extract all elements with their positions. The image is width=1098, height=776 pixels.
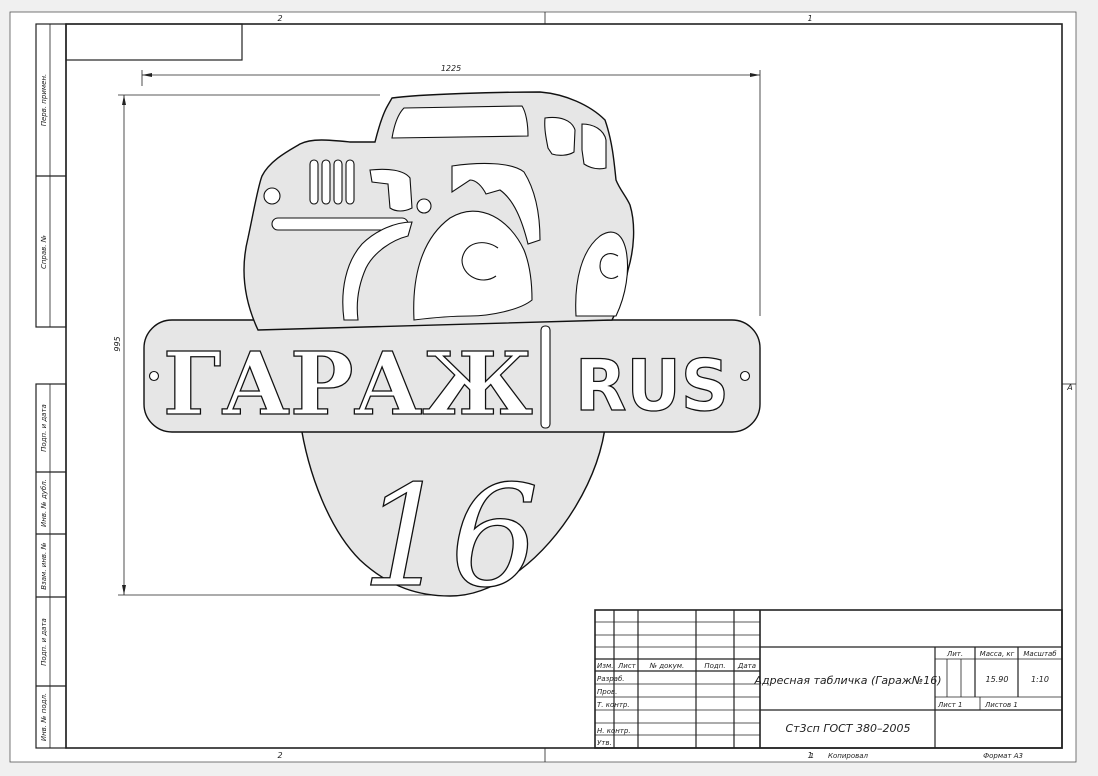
plate-main-text: ГАРАЖ	[163, 334, 533, 435]
tb-mass-value: 15.90	[986, 675, 1009, 684]
footer-sheet-no: 1	[810, 752, 814, 760]
grille-slot-1	[309, 159, 319, 205]
side-label-2: Подп. и дата	[40, 404, 48, 452]
tb-row-prov: Пров.	[597, 688, 617, 696]
plate-country-text: RUS	[575, 345, 729, 427]
side-label-3: Инв. № дубл.	[40, 479, 48, 527]
tb-col-doc: № докум.	[649, 662, 685, 670]
side-window-cutout	[544, 116, 576, 156]
tb-title: Адресная табличка (Гараж№16)	[754, 674, 942, 687]
side-label-1: Справ. №	[40, 235, 48, 269]
side-label-0: Перв. примен.	[40, 74, 48, 127]
tb-row-nkontr: Н. контр.	[597, 727, 631, 735]
tb-mass-label: Масса, кг	[980, 650, 1015, 658]
grille-slot-3	[333, 159, 343, 205]
headlight-cutout	[263, 187, 281, 205]
mounting-hole-left	[148, 370, 160, 382]
footer-copied: Копировал	[828, 752, 869, 760]
tb-col-izm: Изм.	[597, 662, 613, 670]
tb-col-date: Дата	[737, 662, 756, 670]
tb-row-utv: Утв.	[597, 739, 612, 747]
side-label-4: Взам. инв. №	[40, 542, 48, 590]
headlight-right-cutout	[416, 198, 432, 214]
dimension-height-label: 995	[113, 336, 122, 351]
side-label-5: Подп. и дата	[40, 618, 48, 666]
tb-col-list: Лист	[617, 662, 637, 670]
zone-label-side: A	[1066, 383, 1072, 392]
tb-lit-label: Лит.	[946, 650, 963, 658]
zone-label-top-left: 2	[277, 14, 282, 23]
windshield-cutout	[391, 105, 529, 139]
mounting-hole-right	[739, 370, 751, 382]
tb-sheet-label: Лист 1	[937, 701, 962, 709]
plate-number-text: 16	[361, 456, 539, 619]
side-label-6: Инв. № подл.	[40, 693, 48, 741]
footer-format: Формат А3	[983, 752, 1023, 760]
zone-label-bottom-left: 2	[277, 751, 282, 760]
drawing-sheet: 2 1 2 1 A Перв. примен. Справ. № Подп. и…	[9, 11, 1077, 763]
tb-material: Ст3сп ГОСТ 380–2005	[786, 722, 911, 735]
grille-slot-2	[321, 159, 331, 205]
zone-label-top-right: 1	[807, 14, 812, 23]
tb-row-tkontr: Т. контр.	[597, 701, 630, 709]
dimension-width-label: 1225	[441, 64, 461, 73]
tb-scale-value: 1:10	[1031, 675, 1049, 684]
grille-slot-4	[345, 159, 355, 205]
divider-bar	[540, 325, 551, 429]
tb-sheets-label: Листов 1	[984, 701, 1018, 709]
tb-scale-label: Масштаб	[1023, 650, 1057, 658]
tb-col-sign: Подп.	[704, 662, 725, 670]
tb-row-razrab: Разраб.	[597, 675, 625, 683]
